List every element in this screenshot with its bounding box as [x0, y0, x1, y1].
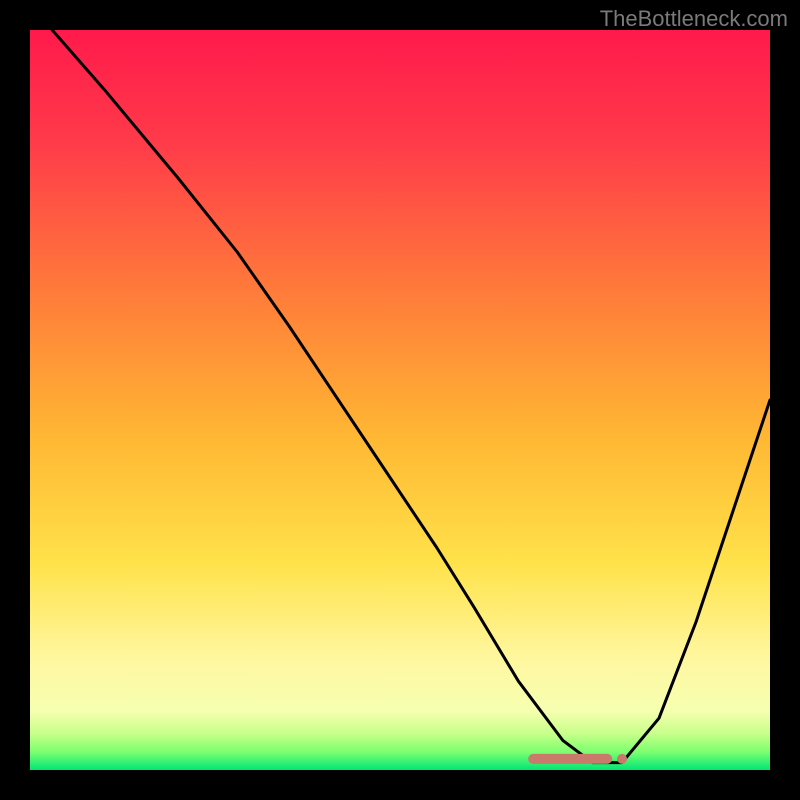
chart-svg — [30, 30, 770, 770]
chart-background — [30, 30, 770, 770]
chart-plot-area — [30, 30, 770, 770]
watermark-text: TheBottleneck.com — [600, 6, 788, 32]
optimal-point-marker — [617, 754, 627, 764]
